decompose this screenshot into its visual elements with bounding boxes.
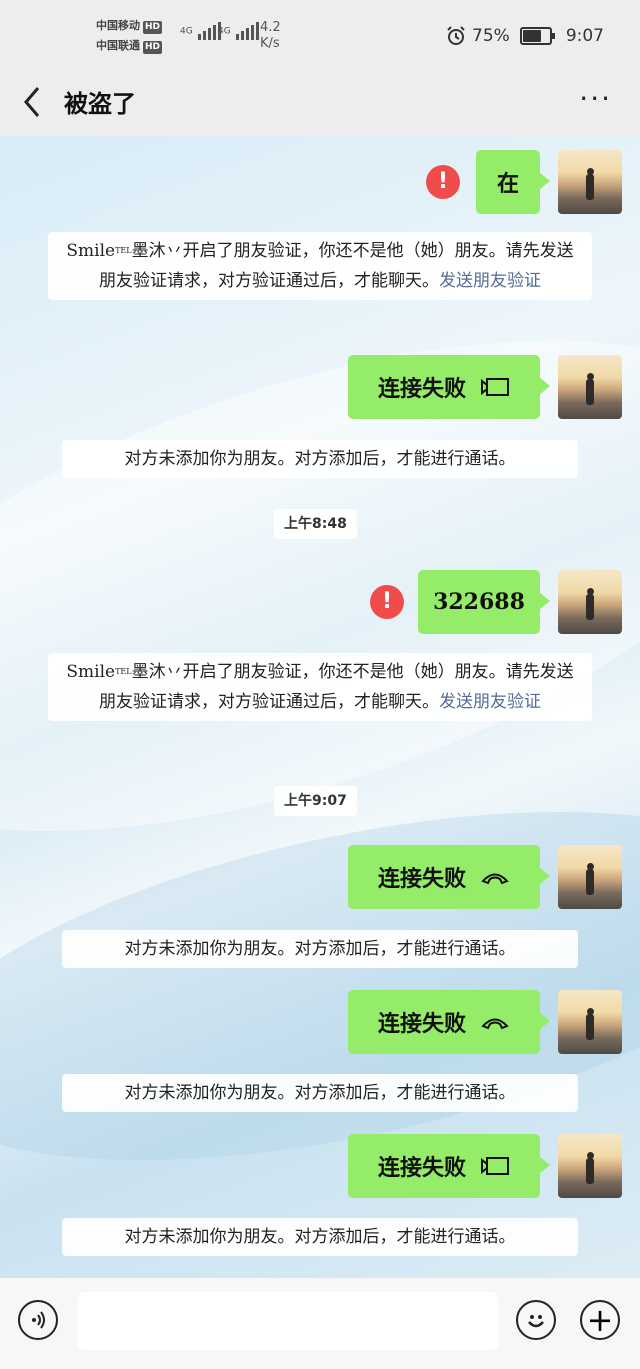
- call-bubble[interactable]: 连接失败: [348, 355, 550, 419]
- video-call-icon: [480, 1156, 510, 1176]
- clock: 9:07: [565, 26, 604, 46]
- chat-title: 被盗了: [64, 89, 136, 118]
- send-verification-link[interactable]: 发送朋友验证: [439, 692, 541, 712]
- signal-icon-2: 4G: [218, 22, 260, 40]
- system-notice: 对方未添加你为朋友。对方添加后，才能进行通话。: [62, 1074, 578, 1112]
- call-bubble[interactable]: 连接失败: [348, 1134, 550, 1198]
- call-bubble[interactable]: 连接失败: [348, 990, 550, 1054]
- signal-icon: 4G: [180, 22, 222, 40]
- status-bar: 中国移动 HD 中国联通 HD 4G 4G 4.2 K/s 75% 9:07: [0, 0, 640, 68]
- chevron-left-icon: [24, 87, 40, 117]
- battery-area: 75% 9:07: [446, 26, 604, 46]
- send-verification-link[interactable]: 发送朋友验证: [439, 271, 541, 291]
- battery-icon: [519, 27, 555, 45]
- send-failed-icon[interactable]: !: [370, 585, 404, 619]
- net-type-2: 4G: [218, 26, 231, 37]
- net-type: 4G: [180, 26, 193, 37]
- avatar[interactable]: [558, 845, 622, 909]
- chat-header: 被盗了 ···: [0, 68, 640, 136]
- emoji-button[interactable]: [516, 1300, 556, 1340]
- send-failed-icon[interactable]: !: [426, 165, 460, 199]
- video-call-icon: [480, 377, 510, 397]
- timestamp: 上午9:07: [274, 786, 357, 816]
- voice-call-icon: [480, 868, 510, 886]
- carrier-2: 中国联通: [96, 39, 140, 52]
- timestamp: 上午8:48: [274, 509, 357, 539]
- avatar[interactable]: [558, 150, 622, 214]
- alarm-icon: [447, 26, 465, 45]
- avatar[interactable]: [558, 570, 622, 634]
- hd-badge: HD: [143, 21, 163, 34]
- emoji-icon: [528, 1315, 544, 1328]
- system-notice: 对方未添加你为朋友。对方添加后，才能进行通话。: [62, 930, 578, 968]
- avatar[interactable]: [558, 990, 622, 1054]
- battery-percent: 75%: [472, 26, 510, 46]
- voice-input-icon: [32, 1311, 45, 1329]
- message-input[interactable]: [78, 1292, 498, 1350]
- carrier-info: 中国移动 HD 中国联通 HD: [96, 16, 163, 56]
- system-notice: 对方未添加你为朋友。对方添加后，才能进行通话。: [62, 440, 578, 478]
- system-notice: SmileTEL墨沐丷开启了朋友验证，你还不是他（她）朋友。请先发送朋友验证请求…: [48, 232, 592, 300]
- chat-area[interactable]: ! 在 SmileTEL墨沐丷开启了朋友验证，你还不是他（她）朋友。请先发送朋友…: [0, 136, 640, 1278]
- input-bar: +: [0, 1278, 640, 1369]
- voice-call-icon: [480, 1013, 510, 1031]
- carrier-1: 中国移动: [96, 19, 140, 32]
- call-bubble[interactable]: 连接失败: [348, 845, 550, 909]
- system-notice: 对方未添加你为朋友。对方添加后，才能进行通话。: [62, 1218, 578, 1256]
- net-speed: 4.2 K/s: [260, 20, 281, 51]
- message-bubble[interactable]: 322688: [418, 570, 550, 634]
- more-button[interactable]: ···: [579, 82, 612, 115]
- hd-badge: HD: [143, 41, 163, 54]
- avatar[interactable]: [558, 355, 622, 419]
- ellipsis-icon: ···: [579, 82, 612, 115]
- plus-icon: +: [586, 1301, 614, 1339]
- more-functions-button[interactable]: +: [580, 1300, 620, 1340]
- avatar[interactable]: [558, 1134, 622, 1198]
- back-button[interactable]: [20, 84, 56, 120]
- message-bubble[interactable]: 在: [476, 150, 550, 214]
- system-notice: SmileTEL墨沐丷开启了朋友验证，你还不是他（她）朋友。请先发送朋友验证请求…: [48, 653, 592, 721]
- voice-input-button[interactable]: [18, 1300, 58, 1340]
